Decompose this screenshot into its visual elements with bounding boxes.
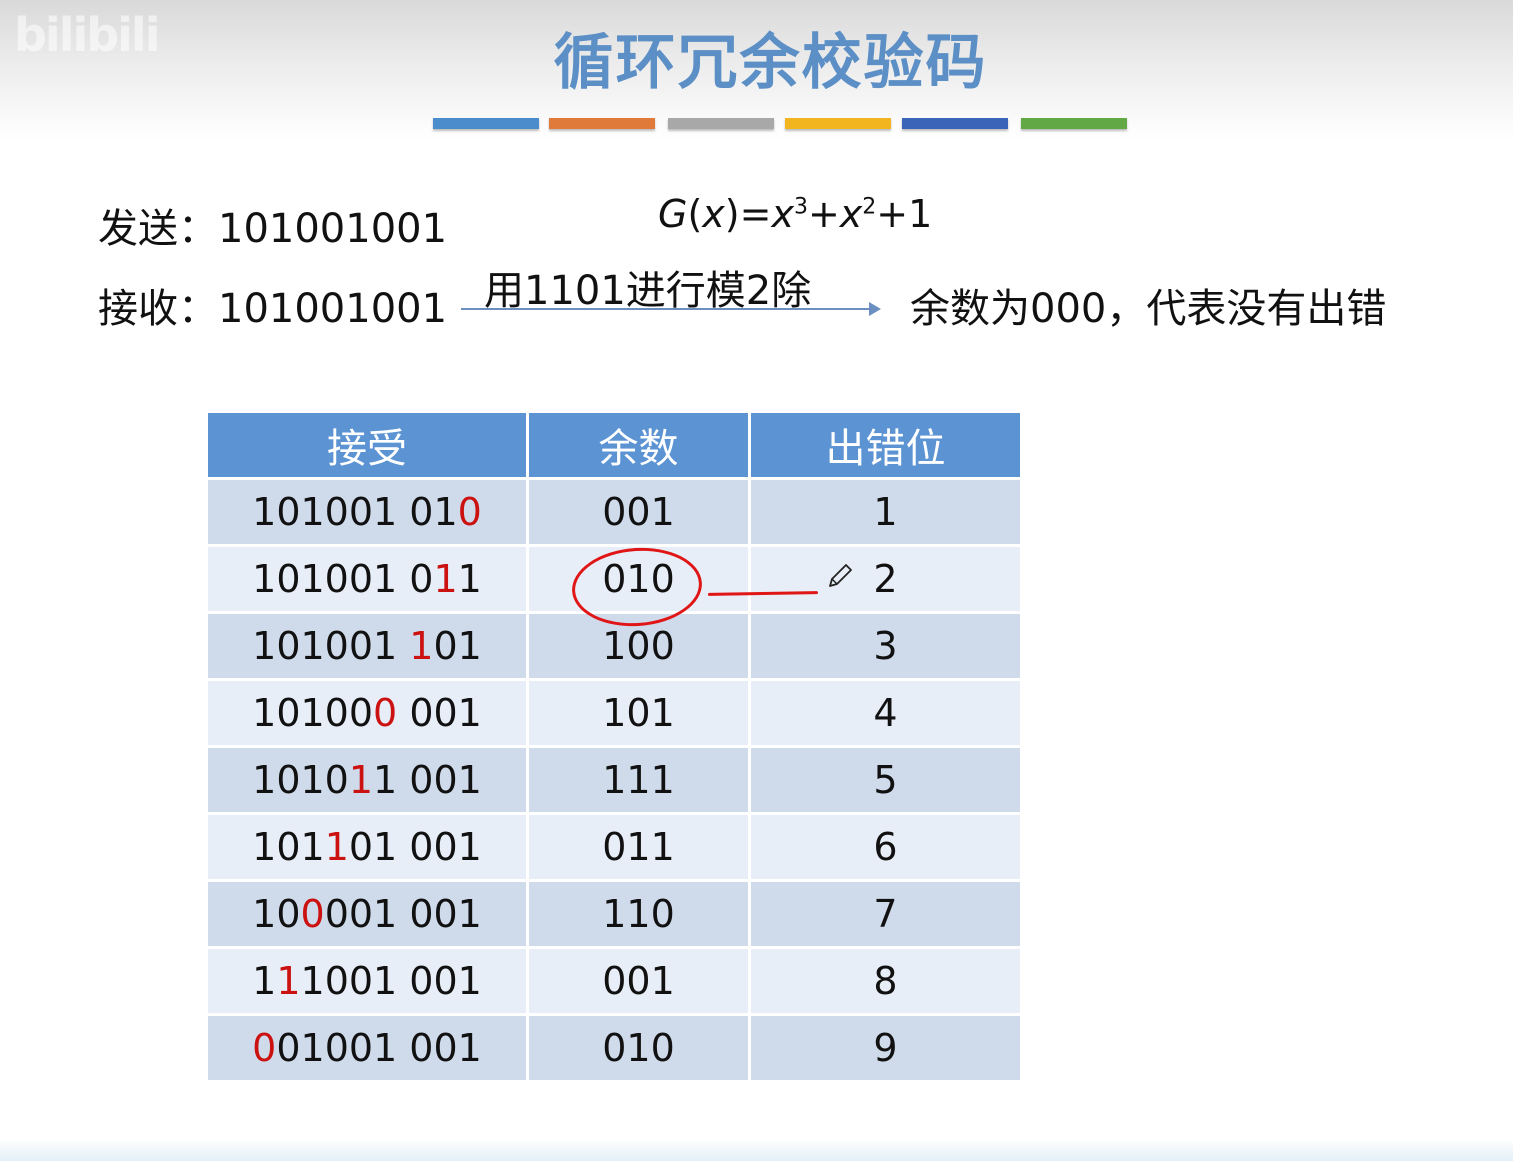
error-position-cell: 9 [748, 1013, 1023, 1083]
table-row: 001001 001 010 9 [205, 1013, 1023, 1083]
received-code: 101011 001 [205, 745, 529, 815]
remainder-cell: 101 [526, 678, 751, 748]
received-code: 101101 001 [205, 812, 529, 882]
error-table: 接受 余数 出错位 101001 010 001 1 101001 011 01… [205, 410, 1023, 1083]
received-code: 101001 011 [205, 544, 529, 614]
received-code: 001001 001 [205, 1013, 529, 1083]
receive-line: 接收：101001001 [98, 276, 447, 334]
error-position-cell: 5 [748, 745, 1023, 815]
header-error-position: 出错位 [748, 410, 1023, 480]
bottom-decoration [0, 1139, 1513, 1161]
remainder-cell: 001 [526, 477, 751, 547]
formula-tail: +1 [876, 192, 933, 236]
formula-g: G [658, 192, 688, 236]
send-value: 101001001 [218, 206, 448, 252]
error-position-cell: 8 [748, 946, 1023, 1016]
remainder-cell: 111 [526, 745, 751, 815]
formula-x2: x [839, 192, 863, 236]
color-bar-6 [1021, 118, 1127, 129]
formula-exp3: 3 [793, 194, 808, 220]
pencil-icon[interactable] [826, 560, 856, 590]
table-row: 101000 001 101 4 [205, 678, 1023, 748]
table-row: 111001 001 001 8 [205, 946, 1023, 1016]
result-text: 余数为000，代表没有出错 [910, 286, 1387, 332]
table-row: 100001 001 110 7 [205, 879, 1023, 949]
remainder-cell: 010 [526, 1013, 751, 1083]
received-code: 101000 001 [205, 678, 529, 748]
arrow-right-icon [461, 302, 881, 316]
received-code: 111001 001 [205, 946, 529, 1016]
color-bar-2 [549, 118, 655, 129]
table-row: 101101 001 011 6 [205, 812, 1023, 882]
error-position-cell: 3 [748, 611, 1023, 681]
error-position-cell: 2 [748, 544, 1023, 614]
remainder-cell: 001 [526, 946, 751, 1016]
formula-exp2: 2 [862, 194, 877, 220]
error-position-cell: 1 [748, 477, 1023, 547]
received-code: 101001 101 [205, 611, 529, 681]
receive-value: 101001001 [218, 286, 448, 332]
receive-label: 接收： [98, 286, 218, 332]
remainder-cell: 011 [526, 812, 751, 882]
table-row: 101011 001 111 5 [205, 745, 1023, 815]
send-label: 发送： [98, 206, 218, 252]
error-position-cell: 6 [748, 812, 1023, 882]
color-bar-3 [668, 118, 774, 129]
table-row: 101001 010 001 1 [205, 477, 1023, 547]
formula-eq: = [739, 192, 772, 236]
header-remainder: 余数 [526, 410, 751, 480]
error-position-cell: 7 [748, 879, 1023, 949]
color-bar-4 [785, 118, 891, 129]
color-bar-5 [902, 118, 1008, 129]
table-header-row: 接受 余数 出错位 [205, 410, 1023, 480]
received-code: 100001 001 [205, 879, 529, 949]
generator-polynomial: G(x)=x3+x2+1 [658, 192, 933, 236]
formula-plus: + [807, 192, 840, 236]
error-position-cell: 4 [748, 678, 1023, 748]
received-code: 101001 010 [205, 477, 529, 547]
color-bar-1 [433, 118, 539, 129]
formula-x: x [702, 192, 725, 236]
formula-x3: x [771, 192, 794, 236]
slide-title: 循环冗余校验码 [553, 28, 988, 98]
header-received: 接受 [205, 410, 529, 480]
send-line: 发送：101001001 [98, 196, 447, 254]
remainder-cell: 110 [526, 879, 751, 949]
